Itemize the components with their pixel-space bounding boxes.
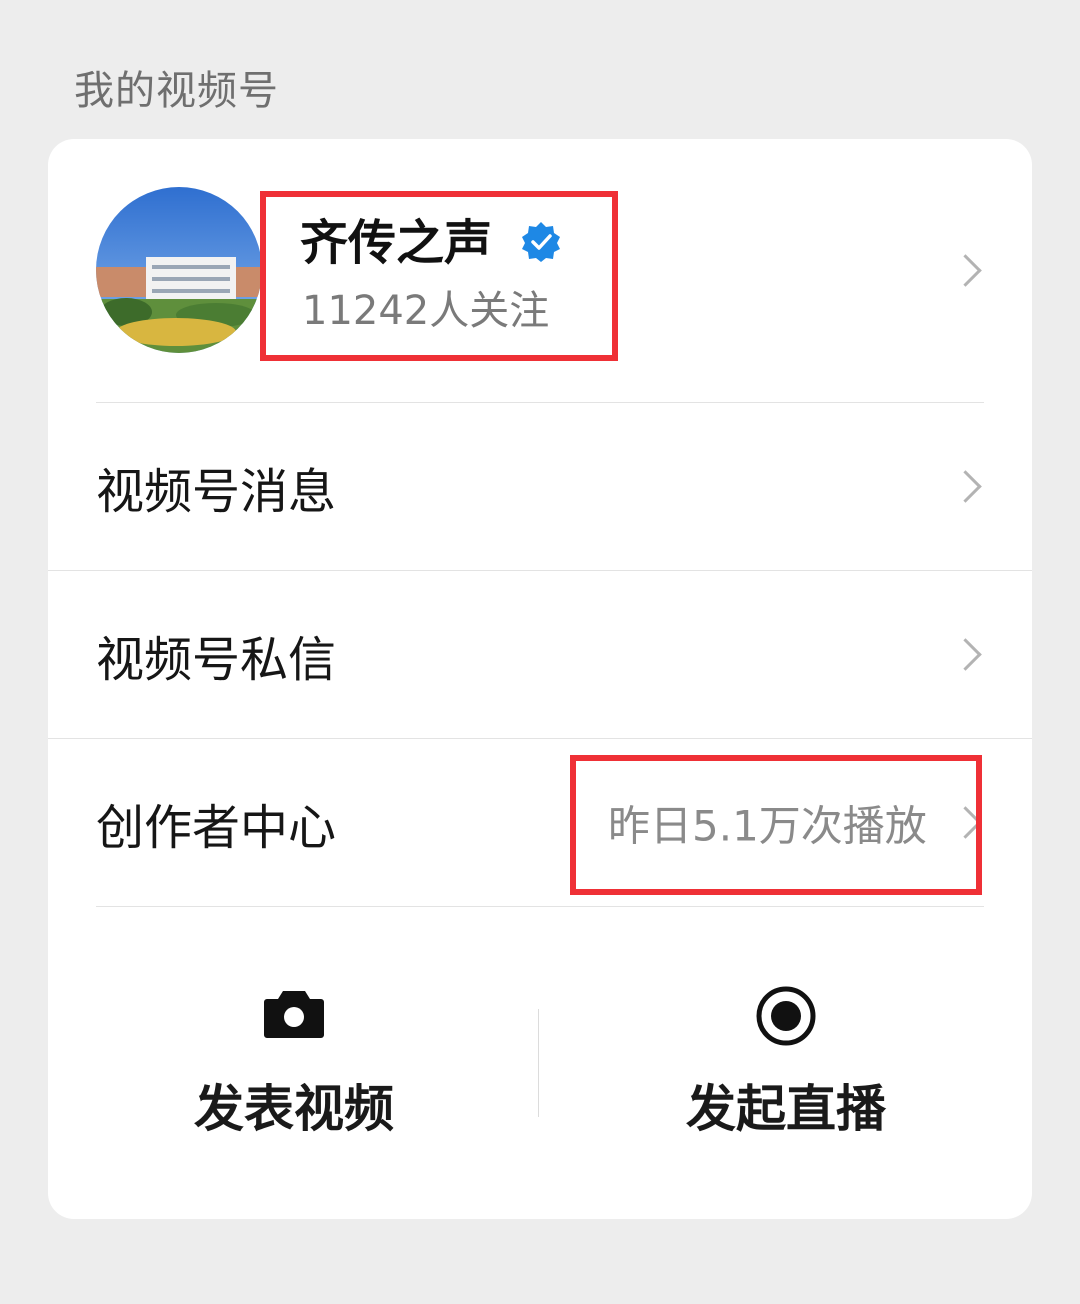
avatar: [96, 187, 262, 353]
section-title: 我的视频号: [74, 68, 279, 114]
highlight-box-profile: [260, 191, 618, 361]
menu-item-messages[interactable]: 视频号消息: [48, 403, 1032, 571]
live-record-icon: [755, 985, 817, 1051]
start-live-button[interactable]: 发起直播: [540, 907, 1032, 1219]
action-label: 发起直播: [686, 1080, 886, 1138]
channels-card: 齐传之声 11242人关注 视频号消息 视频号私信 创作者中心 昨日5.1万次播…: [48, 139, 1032, 1219]
highlight-box-plays: [570, 755, 982, 895]
post-video-button[interactable]: 发表视频: [48, 907, 540, 1219]
menu-item-creator-center[interactable]: 创作者中心 昨日5.1万次播放: [48, 739, 1032, 907]
menu-item-private-messages[interactable]: 视频号私信: [48, 571, 1032, 739]
menu-item-label: 创作者中心: [96, 800, 337, 856]
menu-item-label: 视频号私信: [96, 632, 337, 688]
action-label: 发表视频: [194, 1080, 394, 1138]
chevron-right-icon: [949, 254, 982, 287]
camera-icon: [263, 989, 325, 1043]
chevron-right-icon: [949, 470, 982, 503]
menu-item-label: 视频号消息: [96, 464, 337, 520]
profile-row[interactable]: 齐传之声 11242人关注: [48, 139, 1032, 403]
vertical-divider: [538, 1009, 539, 1117]
chevron-right-icon: [949, 638, 982, 671]
